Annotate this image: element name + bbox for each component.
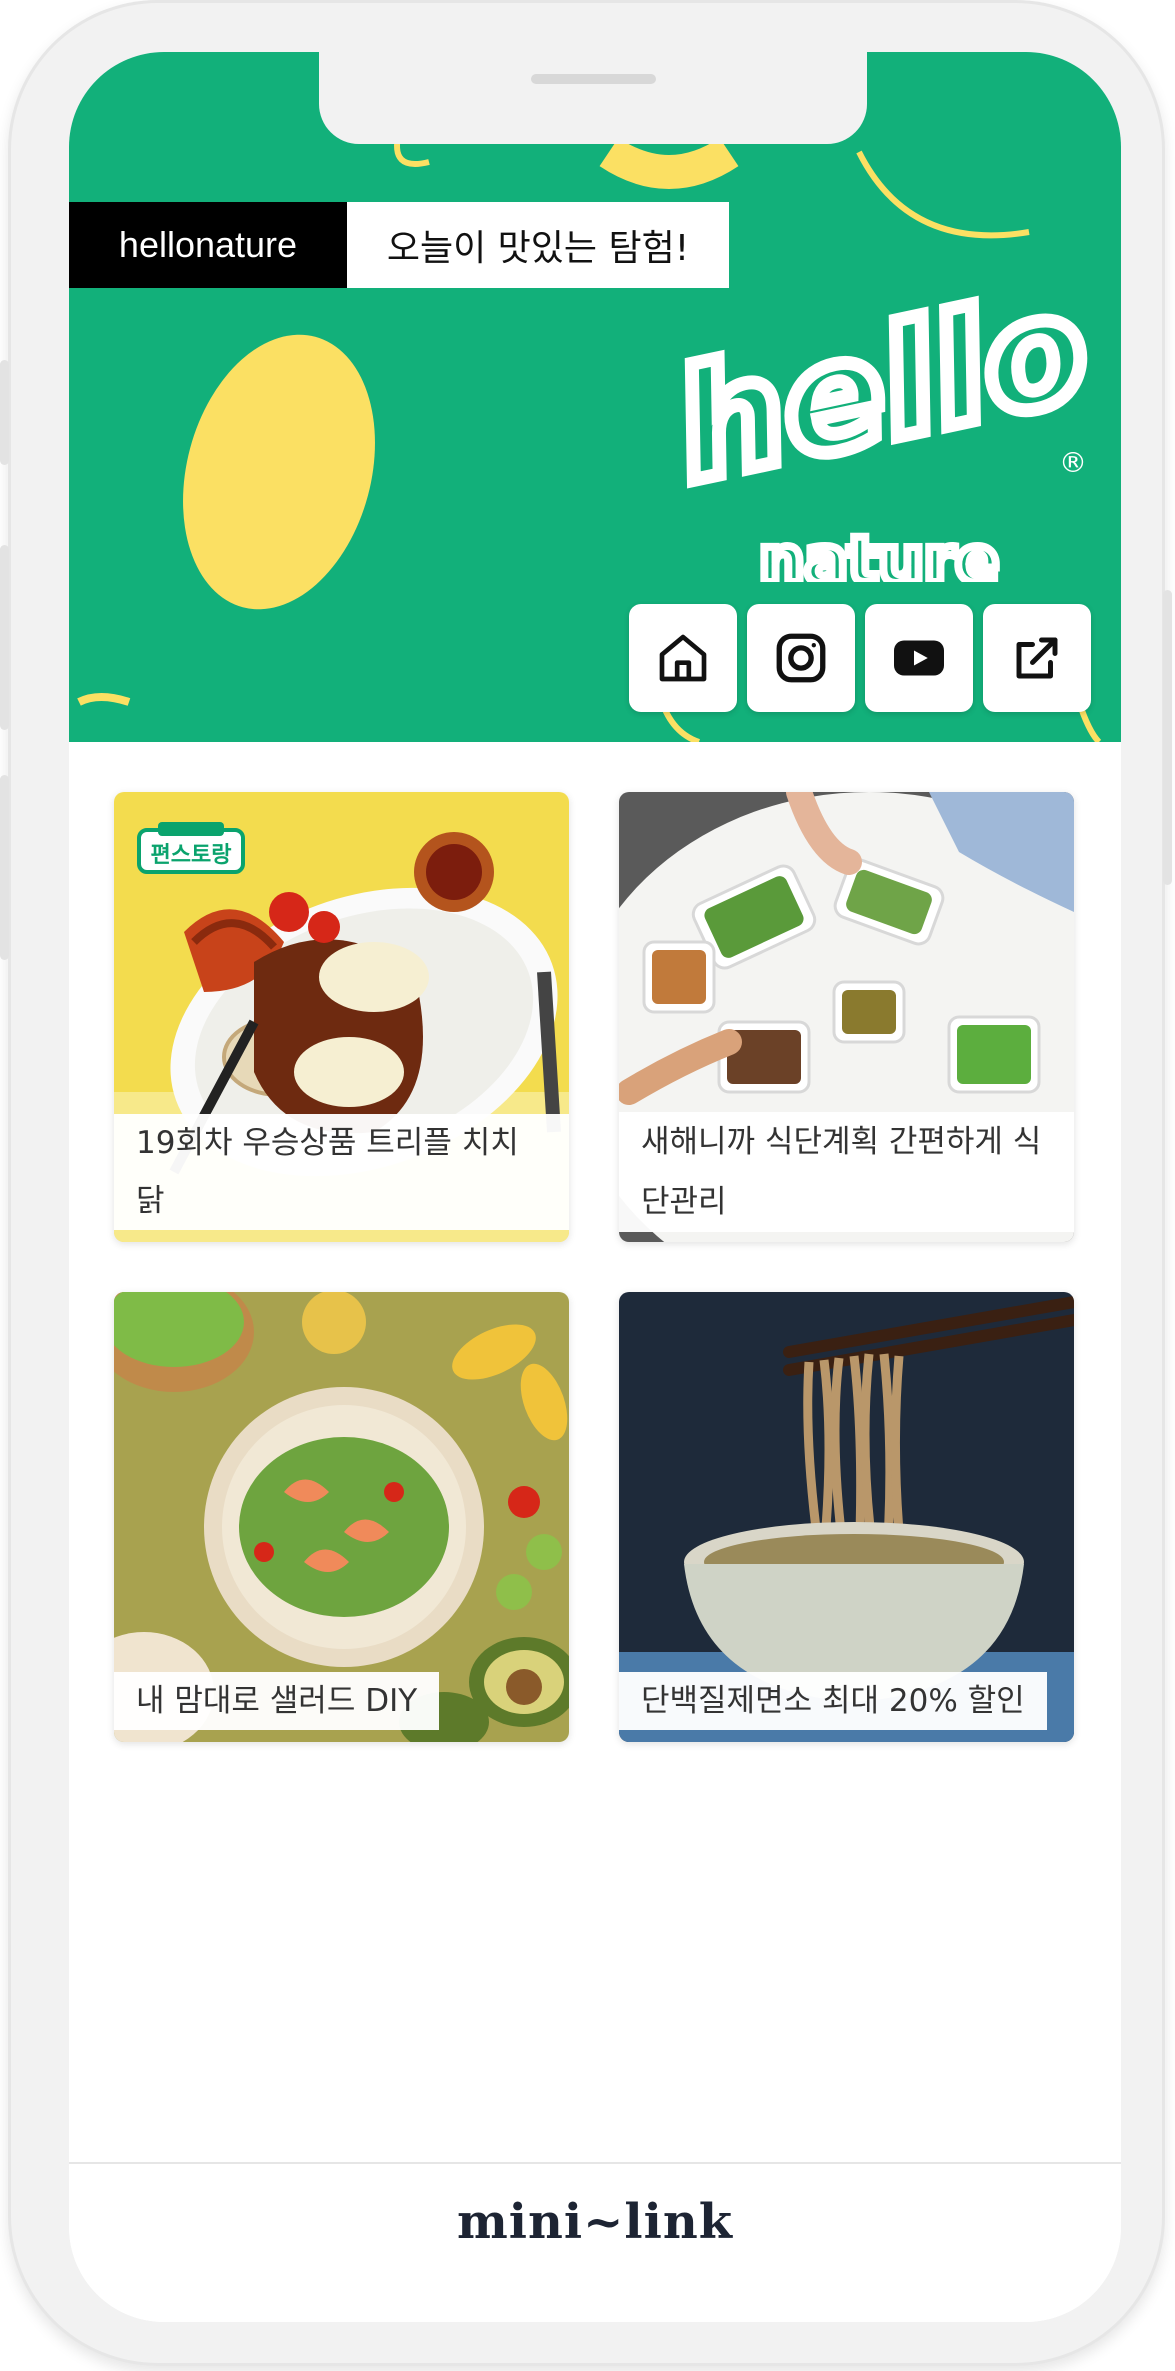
footer: mini~link bbox=[69, 2162, 1121, 2322]
link-card[interactable]: 편스토랑 19회차 우승상품 트리플 치치닭 bbox=[114, 792, 569, 1242]
logo-text-bottom: nature bbox=[759, 524, 999, 582]
speaker bbox=[531, 74, 656, 84]
side-button bbox=[0, 775, 9, 960]
registered-mark: ® bbox=[1059, 446, 1087, 479]
external-link-icon bbox=[1016, 637, 1058, 679]
home-icon bbox=[659, 634, 707, 682]
phone-screen: hellonature 오늘이 맛있는 탐험! hello nature ® 편… bbox=[69, 52, 1121, 2322]
minilink-logo[interactable]: mini~link bbox=[457, 2194, 733, 2250]
link-card[interactable]: 새해니까 식단계획 간편하게 식단관리 bbox=[619, 792, 1074, 1242]
card-caption: 새해니까 식단계획 간편하게 식단관리 bbox=[619, 1112, 1074, 1232]
card-caption: 단백질제면소 최대 20% 할인 bbox=[619, 1672, 1047, 1730]
link-card-grid: 편스토랑 19회차 우승상품 트리플 치치닭 새해니까 식단계획 간편하게 식단… bbox=[114, 792, 1074, 1742]
external-link-button[interactable] bbox=[983, 604, 1091, 712]
youtube-button[interactable] bbox=[865, 604, 973, 712]
instagram-button[interactable] bbox=[747, 604, 855, 712]
instagram-icon bbox=[776, 633, 826, 683]
badge-label: 편스토랑 bbox=[151, 843, 232, 868]
pyeonstorang-badge: 편스토랑 bbox=[137, 822, 245, 874]
notch bbox=[319, 52, 867, 144]
phone-frame: hellonature 오늘이 맛있는 탐험! hello nature ® 편… bbox=[0, 0, 1172, 2366]
side-button bbox=[0, 360, 9, 465]
hellonature-logo: hello nature ® bbox=[669, 262, 1089, 582]
hero-banner: hellonature 오늘이 맛있는 탐험! hello nature ® bbox=[69, 52, 1121, 742]
side-button bbox=[0, 545, 9, 730]
card-caption: 내 맘대로 샐러드 DIY bbox=[114, 1672, 440, 1730]
card-caption: 19회차 우승상품 트리플 치치닭 bbox=[114, 1114, 569, 1230]
brand-label: hellonature bbox=[69, 202, 347, 288]
side-button bbox=[1163, 590, 1172, 885]
youtube-icon bbox=[894, 640, 944, 676]
link-card[interactable]: 내 맘대로 샐러드 DIY bbox=[114, 1292, 569, 1742]
home-button[interactable] bbox=[629, 604, 737, 712]
link-card[interactable]: 단백질제면소 최대 20% 할인 bbox=[619, 1292, 1074, 1742]
social-links bbox=[629, 604, 1091, 712]
logo-text-top: hello bbox=[669, 262, 1089, 516]
title-tag: hellonature 오늘이 맛있는 탐험! bbox=[69, 202, 729, 288]
